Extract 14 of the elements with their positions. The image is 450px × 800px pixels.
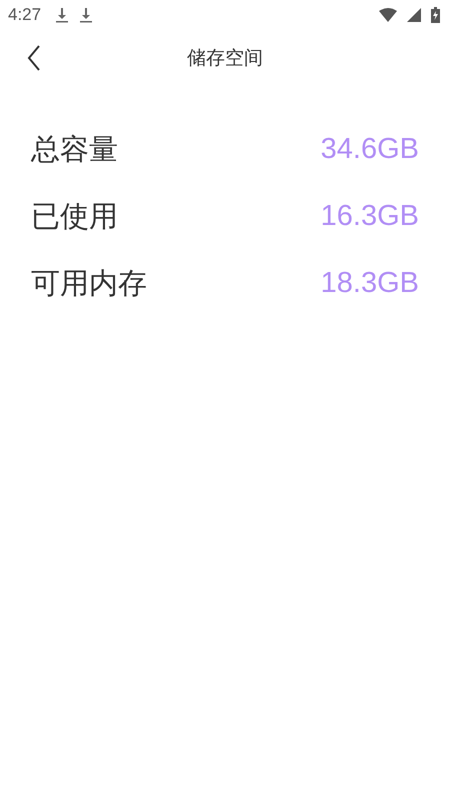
signal-icon xyxy=(407,8,421,22)
download-icon xyxy=(79,7,94,23)
wifi-icon xyxy=(379,8,397,22)
row-label: 可用内存 xyxy=(31,264,147,302)
download-icon xyxy=(55,7,70,23)
row-value: 18.3GB xyxy=(320,267,419,300)
status-time: 4:27 xyxy=(8,5,42,25)
row-label: 总容量 xyxy=(31,130,118,168)
row-value: 16.3GB xyxy=(320,200,419,233)
page-title: 储存空间 xyxy=(187,46,263,71)
battery-icon xyxy=(431,7,440,23)
back-icon[interactable] xyxy=(27,45,41,71)
row-value: 34.6GB xyxy=(320,133,419,166)
row-label: 已使用 xyxy=(31,198,118,234)
